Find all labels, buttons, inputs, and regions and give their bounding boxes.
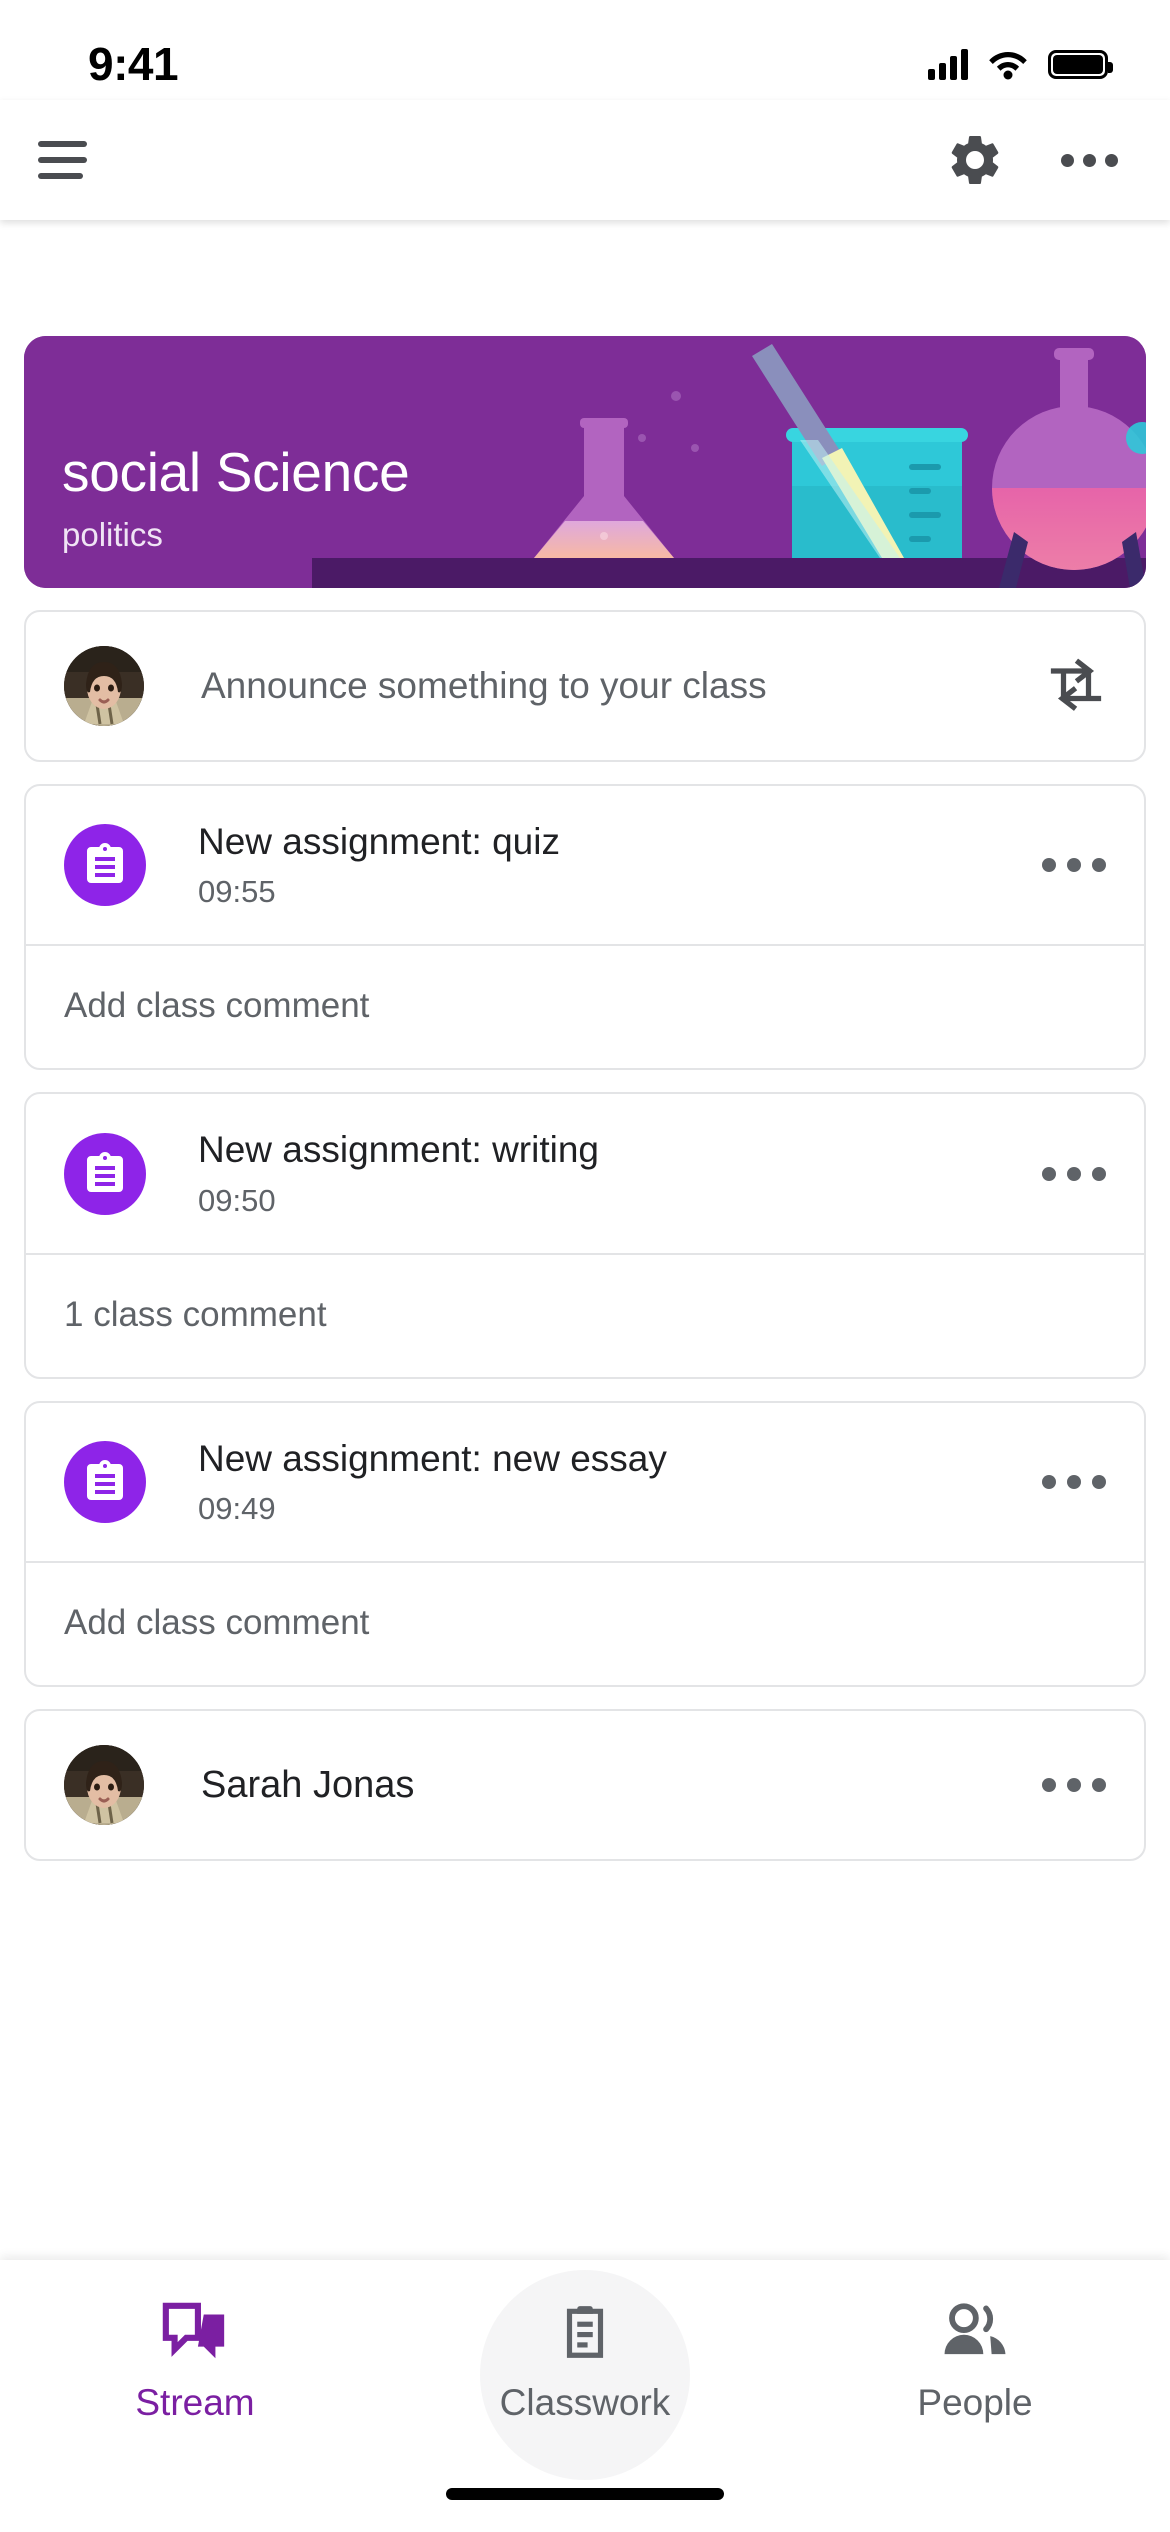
- person-name: Sarah Jonas: [201, 1763, 415, 1806]
- announce-row[interactable]: Announce something to your class: [26, 612, 1144, 760]
- assignment-title: New assignment: quiz: [198, 821, 560, 862]
- avatar[interactable]: [64, 1745, 144, 1826]
- person-post-row[interactable]: Sarah Jonas: [26, 1711, 1144, 1859]
- app-bar: [0, 100, 1170, 220]
- assignment-time: 09:55: [198, 874, 276, 910]
- assignment-row[interactable]: New assignment: new essay 09:49: [26, 1403, 1144, 1561]
- tab-classwork-label: Classwork: [499, 2382, 671, 2423]
- battery-full-icon: [1048, 49, 1113, 79]
- stream-item-card[interactable]: New assignment: writing 09:50 1 class co…: [24, 1092, 1146, 1379]
- person-post-card[interactable]: Sarah Jonas: [24, 1709, 1146, 1862]
- more-options-icon[interactable]: [1061, 153, 1118, 167]
- wifi-icon: [989, 52, 1027, 80]
- status-time: 9:41: [88, 38, 179, 90]
- assignment-time: 09:50: [198, 1182, 276, 1218]
- stream-scroll-area[interactable]: social Science politics Announce somethi…: [0, 320, 1170, 2532]
- assignment-row[interactable]: New assignment: writing 09:50: [26, 1094, 1144, 1252]
- cellular-signal-icon: [928, 48, 968, 80]
- stream-item-card[interactable]: New assignment: new essay 09:49 Add clas…: [24, 1400, 1146, 1688]
- add-class-comment[interactable]: Add class comment: [26, 944, 1144, 1068]
- class-comment-count[interactable]: 1 class comment: [26, 1252, 1144, 1377]
- avatar[interactable]: [64, 646, 144, 726]
- home-indicator: [446, 2488, 724, 2500]
- assignment-body: New assignment: new essay 09:49: [198, 1437, 1022, 1527]
- more-options-icon[interactable]: [1022, 1166, 1106, 1181]
- tab-people-label: People: [917, 2382, 1033, 2423]
- assignment-clipboard-icon: [64, 1132, 146, 1215]
- class-banner[interactable]: social Science politics: [24, 336, 1146, 588]
- people-icon: [939, 2296, 1011, 2368]
- assignment-clipboard-icon: [64, 824, 146, 907]
- tab-stream-label: Stream: [135, 2382, 255, 2423]
- more-options-icon[interactable]: [1022, 1474, 1106, 1489]
- swap-arrows-icon[interactable]: [1046, 658, 1106, 714]
- status-indicators: [928, 48, 1113, 80]
- assignment-row[interactable]: New assignment: quiz 09:55: [26, 786, 1144, 944]
- add-class-comment[interactable]: Add class comment: [26, 1561, 1144, 1685]
- status-bar: 9:41: [0, 0, 1170, 100]
- gear-icon[interactable]: [945, 130, 1005, 190]
- assignment-body: New assignment: writing 09:50: [198, 1128, 1022, 1218]
- assignment-title: New assignment: new essay: [198, 1437, 667, 1479]
- assignment-body: New assignment: quiz 09:55: [198, 820, 1022, 910]
- app-bar-actions: [945, 130, 1118, 190]
- tab-classwork[interactable]: Classwork: [425, 2270, 745, 2480]
- hamburger-menu-icon[interactable]: [38, 139, 94, 181]
- banner-text-block: social Science politics: [62, 441, 410, 554]
- more-options-icon[interactable]: [1022, 1778, 1106, 1793]
- page-title: social Science: [62, 441, 410, 504]
- tab-people[interactable]: People: [815, 2286, 1135, 2424]
- assignment-clipboard-icon: [64, 1440, 146, 1523]
- stream-item-card[interactable]: New assignment: quiz 09:55 Add class com…: [24, 784, 1146, 1071]
- assignment-time: 09:49: [198, 1491, 276, 1527]
- assignment-title: New assignment: writing: [198, 1129, 599, 1171]
- banner-subtitle: politics: [62, 516, 163, 553]
- announce-placeholder[interactable]: Announce something to your class: [201, 665, 1046, 707]
- announce-card[interactable]: Announce something to your class: [24, 610, 1146, 762]
- classwork-clipboard-icon: [554, 2296, 616, 2368]
- stream-chat-icon: [160, 2296, 230, 2368]
- tab-stream[interactable]: Stream: [35, 2286, 355, 2424]
- more-options-icon[interactable]: [1022, 858, 1106, 873]
